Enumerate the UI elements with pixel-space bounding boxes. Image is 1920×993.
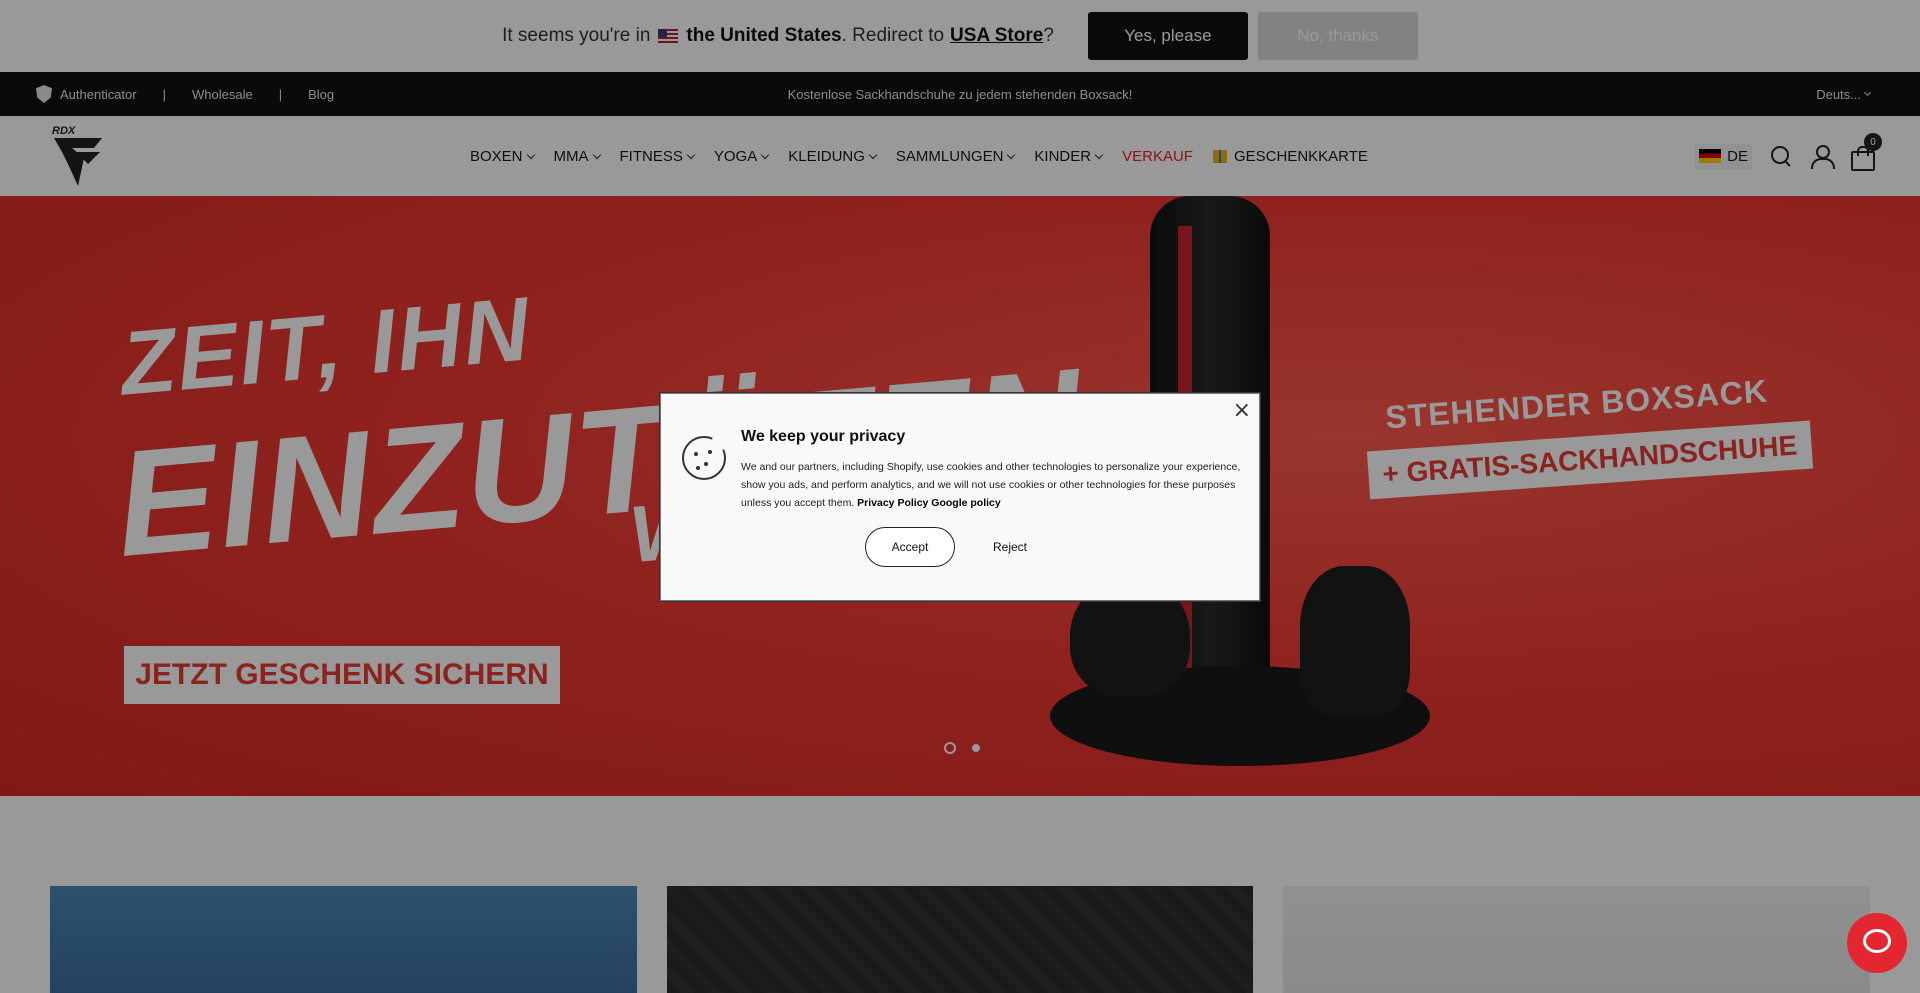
cookie-icon: [682, 432, 730, 480]
reject-button[interactable]: Reject: [965, 527, 1055, 567]
google-policy-link[interactable]: Google policy: [931, 497, 1000, 509]
modal-title: We keep your privacy: [741, 428, 906, 445]
privacy-policy-link[interactable]: Privacy Policy: [857, 497, 928, 509]
chat-button[interactable]: [1847, 913, 1907, 973]
accept-button[interactable]: Accept: [865, 527, 955, 567]
close-icon[interactable]: ×: [1233, 398, 1251, 423]
modal-body: We and our partners, including Shopify, …: [741, 458, 1241, 512]
chat-bubble-icon: [1863, 929, 1891, 953]
privacy-modal: × We keep your privacy We and our partne…: [660, 393, 1260, 601]
